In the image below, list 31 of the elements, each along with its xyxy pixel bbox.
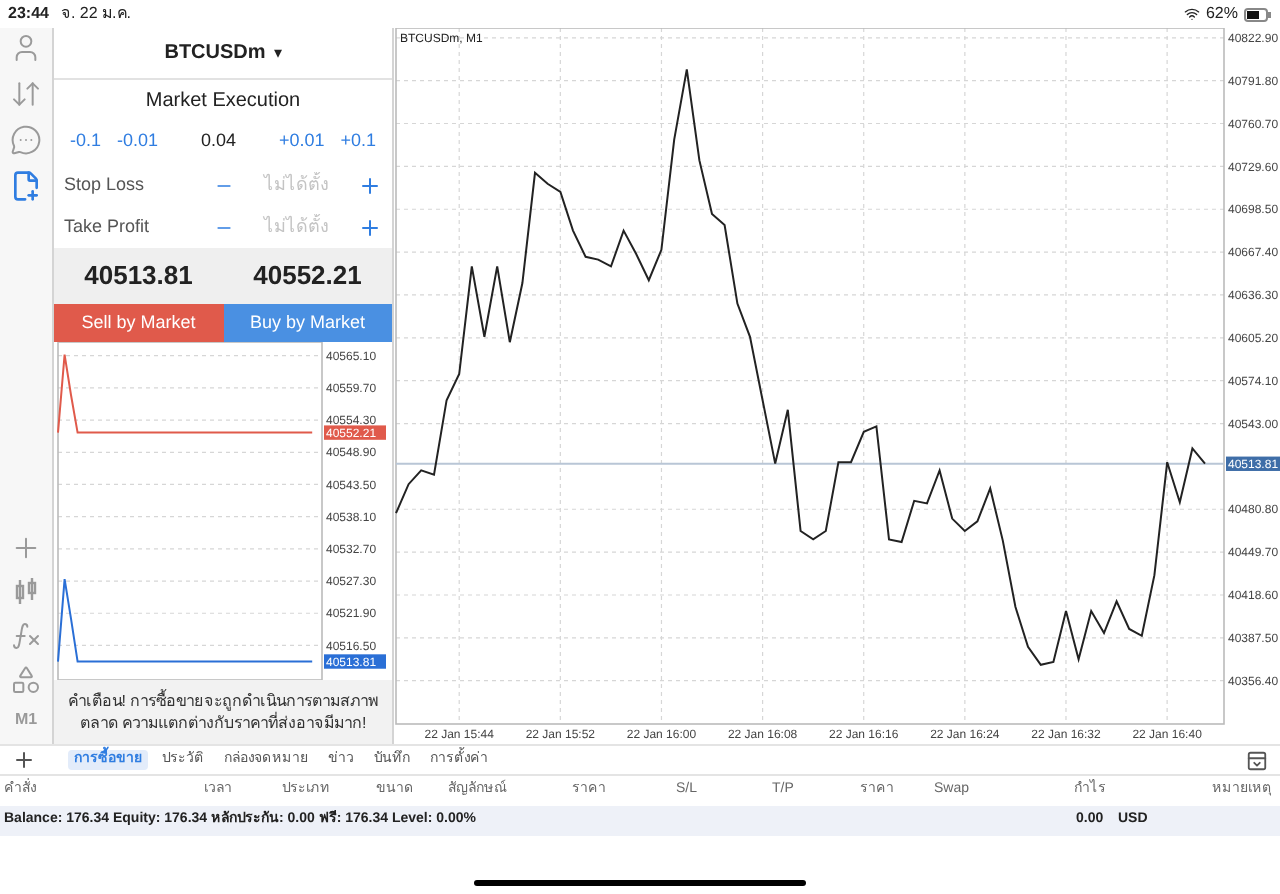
field-label: Take Profit xyxy=(64,213,152,240)
sell-button[interactable]: Sell by Market xyxy=(54,304,223,342)
panel-icon[interactable] xyxy=(1246,749,1268,771)
shapes-icon[interactable] xyxy=(10,664,42,696)
crosshair-icon[interactable] xyxy=(10,532,42,564)
volume-step-button[interactable]: -0.01 xyxy=(117,128,159,156)
battery-level: 62% xyxy=(1205,2,1238,26)
field-label: Stop Loss xyxy=(64,171,147,198)
symbol-title[interactable]: BTCUSDm xyxy=(164,38,266,68)
ask-price: 40552.21 xyxy=(253,258,362,295)
plus-icon[interactable] xyxy=(358,215,382,239)
add-icon[interactable] xyxy=(12,748,36,772)
document-plus-icon[interactable] xyxy=(10,170,42,202)
volume-step-button[interactable]: +0.1 xyxy=(340,128,376,156)
date: จ. 22 ม.ค. xyxy=(60,2,131,26)
arrows-icon[interactable] xyxy=(10,78,42,110)
bid-price: 40513.81 xyxy=(84,258,193,295)
candlestick-icon[interactable] xyxy=(10,576,42,608)
battery-icon xyxy=(1244,7,1272,21)
volume-step-button[interactable]: -0.1 xyxy=(70,128,102,156)
function-icon[interactable] xyxy=(10,620,42,652)
warning-text: คำเตือน! การซื้อขายจะถูกดำเนินการตามสภาพตลาด ความแตกต่างกับราคาที่ส่งอาจมีมาก! xyxy=(66,690,380,734)
wifi-icon xyxy=(1183,6,1200,22)
volume-field[interactable]: 0.04 xyxy=(188,128,249,156)
plus-icon[interactable] xyxy=(358,173,382,197)
clock: 23:44 xyxy=(8,2,49,26)
chat-bubble-icon[interactable] xyxy=(10,124,42,156)
person-icon[interactable] xyxy=(10,32,42,64)
execution-mode[interactable]: Market Execution xyxy=(145,85,301,115)
volume-step-button[interactable]: +0.01 xyxy=(278,128,325,156)
dropdown-caret[interactable]: ▾ xyxy=(273,41,282,65)
